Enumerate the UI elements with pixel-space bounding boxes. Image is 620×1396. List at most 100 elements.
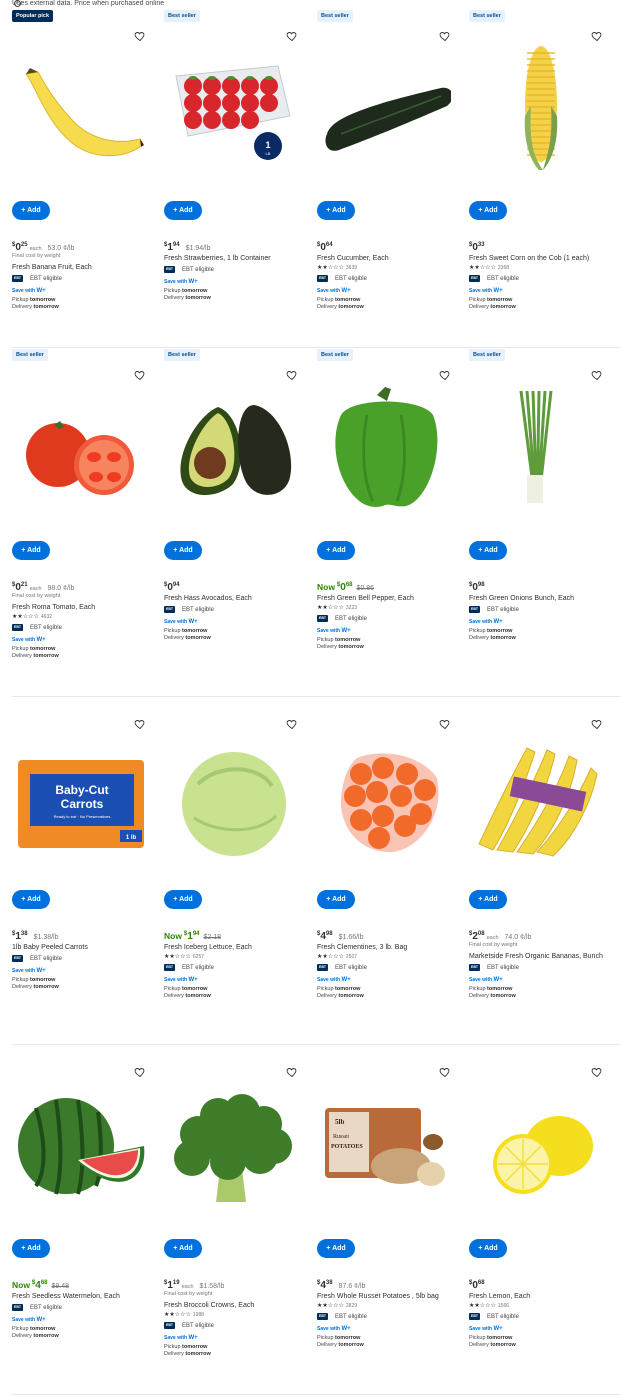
product-image-watermelon[interactable] [16, 1082, 146, 1207]
product-card[interactable]: + Add $498 $1.66/lb Fresh Clementines, 3 l… [317, 698, 469, 1046]
add-to-cart-button[interactable]: + Add [12, 1239, 50, 1258]
add-to-cart-button[interactable]: + Add [164, 201, 202, 220]
favorite-heart-icon[interactable] [134, 1065, 146, 1078]
save-with-walmart-plus[interactable]: Save with W+ [317, 975, 467, 986]
add-to-cart-button[interactable]: + Add [164, 890, 202, 909]
add-to-cart-button[interactable]: + Add [317, 1239, 355, 1258]
product-title[interactable]: Fresh Clementines, 3 lb. Bag [317, 942, 467, 953]
product-title[interactable]: Fresh Strawberries, 1 lb Container [164, 253, 314, 264]
add-to-cart-button[interactable]: + Add [317, 201, 355, 220]
favorite-heart-icon[interactable] [439, 1065, 451, 1078]
save-with-walmart-plus[interactable]: Save with W+ [164, 975, 314, 986]
info-icon[interactable]: i [14, 0, 21, 7]
product-title[interactable]: Fresh Iceberg Lettuce, Each [164, 942, 314, 953]
product-card[interactable]: + Add $068 Fresh Lemon, Each ★★☆☆☆ 1566 EBT E… [469, 1046, 620, 1394]
product-title[interactable]: Marketside Fresh Organic Bananas, Bunch [469, 951, 619, 962]
product-title[interactable]: Fresh Whole Russet Potatoes , 5lb bag [317, 1291, 467, 1302]
save-with-walmart-plus[interactable]: Save with W+ [469, 286, 619, 297]
save-with-walmart-plus[interactable]: Save with W+ [164, 617, 314, 628]
product-image-carrots[interactable]: Baby-Cut Carrots Ready to eat · No Preserv… [16, 734, 146, 859]
favorite-heart-icon[interactable] [591, 1065, 603, 1078]
save-with-walmart-plus[interactable]: Save with W+ [12, 286, 162, 297]
product-title[interactable]: Fresh Roma Tomato, Each [12, 602, 162, 613]
product-image-banana[interactable] [16, 46, 146, 171]
product-card[interactable]: Best seller + Add $021each 98.0 ¢/lb Final… [12, 349, 164, 697]
favorite-heart-icon[interactable] [134, 368, 146, 381]
product-card[interactable]: 5lb Russet POTATOES + Add $438 87.6 ¢/lb Fre… [317, 1046, 469, 1394]
product-image-tomato[interactable] [16, 385, 146, 510]
product-image-corn[interactable] [473, 46, 603, 171]
save-with-walmart-plus[interactable]: Save with W+ [317, 1324, 467, 1335]
favorite-heart-icon[interactable] [591, 29, 603, 42]
favorite-heart-icon[interactable] [286, 29, 298, 42]
favorite-heart-icon[interactable] [439, 368, 451, 381]
product-card[interactable]: Best seller + Add $033 Fresh Sweet Corn o… [469, 10, 620, 348]
save-with-walmart-plus[interactable]: Save with W+ [164, 1333, 314, 1344]
product-title[interactable]: Fresh Sweet Corn on the Cob (1 each) [469, 253, 619, 264]
product-title[interactable]: Fresh Seedless Watermelon, Each [12, 1291, 162, 1302]
product-image-bananas[interactable] [473, 734, 603, 859]
product-title[interactable]: Fresh Cucumber, Each [317, 253, 467, 264]
save-with-walmart-plus[interactable]: Save with W+ [12, 635, 162, 646]
favorite-heart-icon[interactable] [286, 717, 298, 730]
product-title[interactable]: 1lb Baby Peeled Carrots [12, 942, 162, 953]
add-to-cart-button[interactable]: + Add [12, 890, 50, 909]
product-info: $021each 98.0 ¢/lb Final cost by weight Fre… [12, 579, 162, 660]
product-title[interactable]: Fresh Lemon, Each [469, 1291, 619, 1302]
product-card[interactable]: + Add Now $468 $9.48 Fresh Seedless Waterm… [12, 1046, 164, 1394]
favorite-heart-icon[interactable] [134, 29, 146, 42]
product-card[interactable]: + Add Now $194 $2.18 Fresh Iceberg Lettuce… [164, 698, 316, 1046]
add-to-cart-button[interactable]: + Add [469, 541, 507, 560]
add-to-cart-button[interactable]: + Add [12, 541, 50, 560]
product-card[interactable]: Popular pick + Add $025each 53.0 ¢/lb Fina… [12, 10, 164, 348]
product-title[interactable]: Fresh Banana Fruit, Each [12, 262, 162, 273]
add-to-cart-button[interactable]: + Add [12, 201, 50, 220]
product-card[interactable]: Best seller + Add $094 Fresh Hass Avocado… [164, 349, 316, 697]
product-card[interactable]: Baby-Cut Carrots Ready to eat · No Preserv… [12, 698, 164, 1046]
product-image-lemon[interactable] [473, 1082, 603, 1207]
ebt-eligible: EBT EBT eligible [317, 964, 367, 971]
add-to-cart-button[interactable]: + Add [469, 201, 507, 220]
favorite-heart-icon[interactable] [591, 368, 603, 381]
save-with-walmart-plus[interactable]: Save with W+ [317, 626, 467, 637]
favorite-heart-icon[interactable] [439, 29, 451, 42]
product-image-avocado[interactable] [168, 385, 298, 510]
product-image-onions[interactable] [473, 385, 603, 510]
product-card[interactable]: Best seller + Add $064 Fresh Cucumber, Ea… [317, 10, 469, 348]
product-card[interactable]: + Add $208each 74.0 ¢/lb Final cost by wei… [469, 698, 620, 1046]
favorite-heart-icon[interactable] [134, 717, 146, 730]
save-with-walmart-plus[interactable]: Save with W+ [317, 286, 467, 297]
save-with-walmart-plus[interactable]: Save with W+ [164, 277, 314, 288]
product-card[interactable]: Best seller + Add Now $068 $0.86 Fresh Gre… [317, 349, 469, 697]
product-title[interactable]: Fresh Green Onions Bunch, Each [469, 593, 619, 604]
product-image-cucumber[interactable] [321, 46, 453, 171]
add-to-cart-button[interactable]: + Add [317, 890, 355, 909]
product-image-clementines[interactable] [321, 734, 451, 859]
product-card[interactable]: Best seller 1 LB + Add $194 $1.94/lb Fresh … [164, 10, 316, 348]
product-card[interactable]: + Add $119each $1.58/lb Final cost by weig… [164, 1046, 316, 1394]
save-with-walmart-plus[interactable]: Save with W+ [469, 975, 619, 986]
favorite-heart-icon[interactable] [286, 368, 298, 381]
add-to-cart-button[interactable]: + Add [164, 541, 202, 560]
add-to-cart-button[interactable]: + Add [469, 1239, 507, 1258]
save-with-walmart-plus[interactable]: Save with W+ [469, 1324, 619, 1335]
product-image-broccoli[interactable] [168, 1082, 298, 1207]
favorite-heart-icon[interactable] [591, 717, 603, 730]
save-with-walmart-plus[interactable]: Save with W+ [12, 1315, 162, 1326]
product-image-lettuce[interactable] [168, 734, 298, 859]
product-title[interactable]: Fresh Broccoli Crowns, Each [164, 1300, 314, 1311]
product-card[interactable]: Best seller + Add $098 Fresh Green Onions… [469, 349, 620, 697]
add-to-cart-button[interactable]: + Add [317, 541, 355, 560]
add-to-cart-button[interactable]: + Add [164, 1239, 202, 1258]
favorite-heart-icon[interactable] [286, 1065, 298, 1078]
product-image-pepper[interactable] [321, 385, 451, 510]
product-title[interactable]: Fresh Green Bell Pepper, Each [317, 593, 467, 604]
save-with-walmart-plus[interactable]: Save with W+ [12, 966, 162, 977]
save-with-walmart-plus[interactable]: Save with W+ [469, 617, 619, 628]
product-title[interactable]: Fresh Hass Avocados, Each [164, 593, 314, 604]
product-image-potatoes[interactable]: 5lb Russet POTATOES [321, 1082, 451, 1207]
favorite-heart-icon[interactable] [439, 717, 451, 730]
add-to-cart-button[interactable]: + Add [469, 890, 507, 909]
price-line: Now $068 $0.86 [317, 579, 467, 593]
product-image-strawberries[interactable]: 1 LB [168, 46, 298, 171]
